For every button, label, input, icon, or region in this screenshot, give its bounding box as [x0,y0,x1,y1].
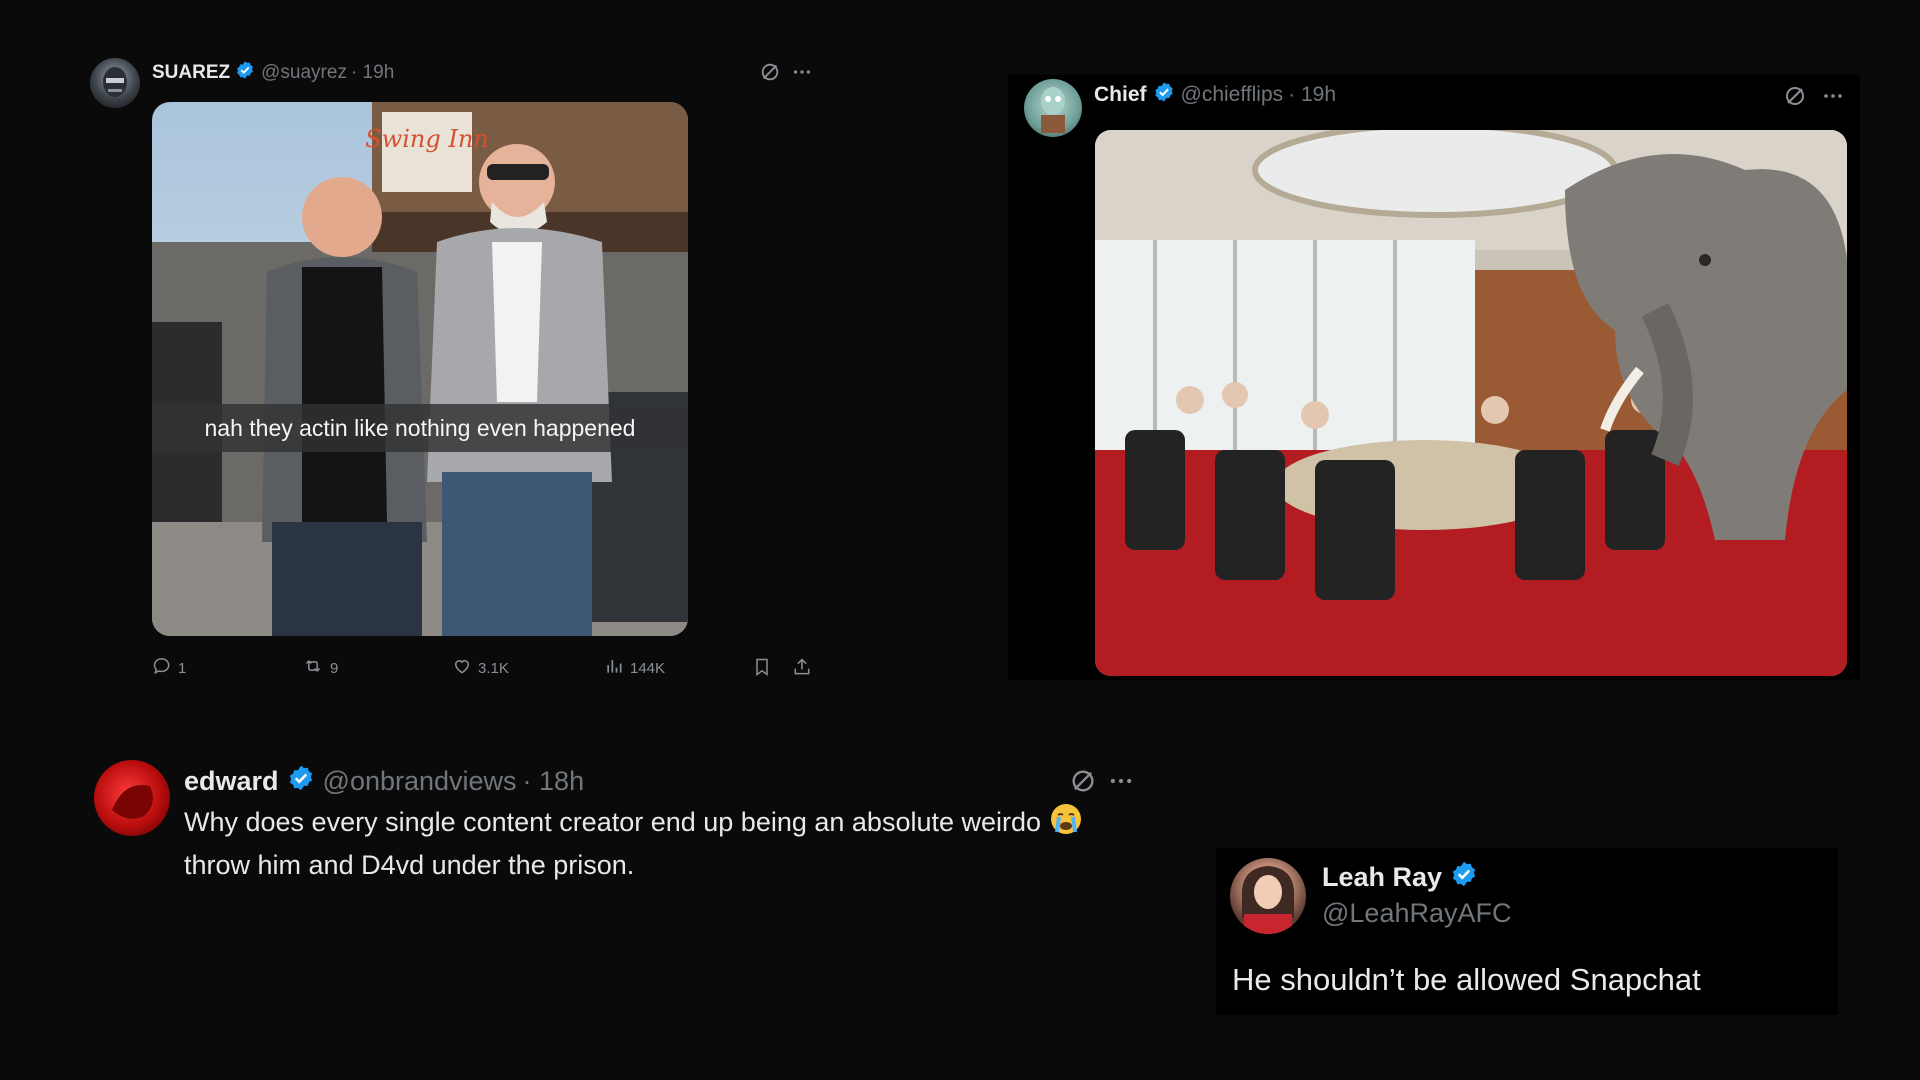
avatar[interactable] [1024,79,1082,137]
tweet-header: Chief @chiefflips · 19h [1094,81,1336,109]
like-button[interactable]: 3.1K [452,656,509,680]
grok-icon[interactable] [1780,81,1810,111]
avatar-red-figure-icon [112,785,153,819]
display-name[interactable]: edward [184,766,279,797]
avatar[interactable] [1230,858,1306,934]
display-name[interactable]: SUAREZ [152,62,230,84]
action-bar: 1 9 3.1K 144K [152,656,812,686]
tweet-leah-ray[interactable]: Leah Ray @LeahRayAFC He shouldn’t be all… [1216,848,1838,1015]
timestamp[interactable]: · 18h [523,766,585,797]
grok-icon[interactable] [1066,764,1100,798]
tweet-text-line-2: throw him and D4vd under the prison. [184,850,635,880]
handle[interactable]: @onbrandviews [323,766,517,797]
handle[interactable]: @LeahRayAFC [1322,898,1512,929]
like-icon [452,656,472,680]
tweet-suarez[interactable]: SUAREZ @suayrez · 19h Swing Inn nah they… [80,50,820,690]
tweet-image[interactable]: Swing Inn nah they actin like nothing ev… [152,102,688,636]
sign-text: Swing Inn [365,125,489,153]
reply-icon [152,656,172,680]
tweet-edward[interactable]: edward @onbrandviews · 18h Why does ever… [80,750,1160,890]
views-button[interactable]: 144K [604,656,665,680]
timestamp[interactable]: · 19h [1288,83,1336,107]
tweet-header: edward @onbrandviews · 18h [184,764,584,799]
repost-icon [302,656,324,680]
views-count: 144K [630,659,666,677]
grok-icon[interactable] [756,58,784,86]
like-count: 3.1K [478,659,509,677]
tweet-chief[interactable]: Chief @chiefflips · 19h [1008,75,1860,680]
photo-elephant-in-boardroom [1095,130,1847,676]
verified-badge-icon [235,60,255,86]
avatar-woman-photo-icon [1241,866,1295,934]
bookmark-icon[interactable] [752,656,772,678]
avatar[interactable] [94,760,170,836]
verified-badge-icon [1450,860,1478,895]
share-icon[interactable] [792,656,812,678]
display-name[interactable]: Leah Ray [1322,862,1442,893]
more-icon[interactable] [788,58,816,86]
tweet-text: Why does every single content creator en… [184,802,1164,884]
photo-two-men-outside-bar: Swing Inn [152,102,688,636]
avatar-cartoon-icon [1041,87,1065,133]
more-icon[interactable] [1818,81,1848,111]
handle[interactable]: @suayrez [261,62,347,84]
display-name[interactable]: Chief [1094,83,1147,107]
tweet-text-line-1: Why does every single content creator en… [184,807,1042,838]
reply-count: 1 [178,659,187,677]
avatar-robot-face-icon [103,67,127,97]
tweet-header: Leah Ray [1322,860,1478,895]
reply-button[interactable]: 1 [152,656,186,680]
image-caption: nah they actin like nothing even happene… [152,404,688,452]
more-icon[interactable] [1104,764,1138,798]
views-icon [604,656,624,680]
repost-button[interactable]: 9 [302,656,338,680]
repost-count: 9 [330,659,339,677]
tweet-image[interactable] [1095,130,1847,676]
avatar[interactable] [90,58,140,108]
verified-badge-icon [1153,81,1175,109]
timestamp[interactable]: · 19h [351,62,394,84]
handle[interactable]: @chiefflips [1181,83,1284,107]
tweet-header: SUAREZ @suayrez · 19h [152,60,394,86]
tweet-text: He shouldn’t be allowed Snapchat [1232,962,1701,997]
verified-badge-icon [287,764,315,799]
crying-face-emoji [1049,802,1083,846]
